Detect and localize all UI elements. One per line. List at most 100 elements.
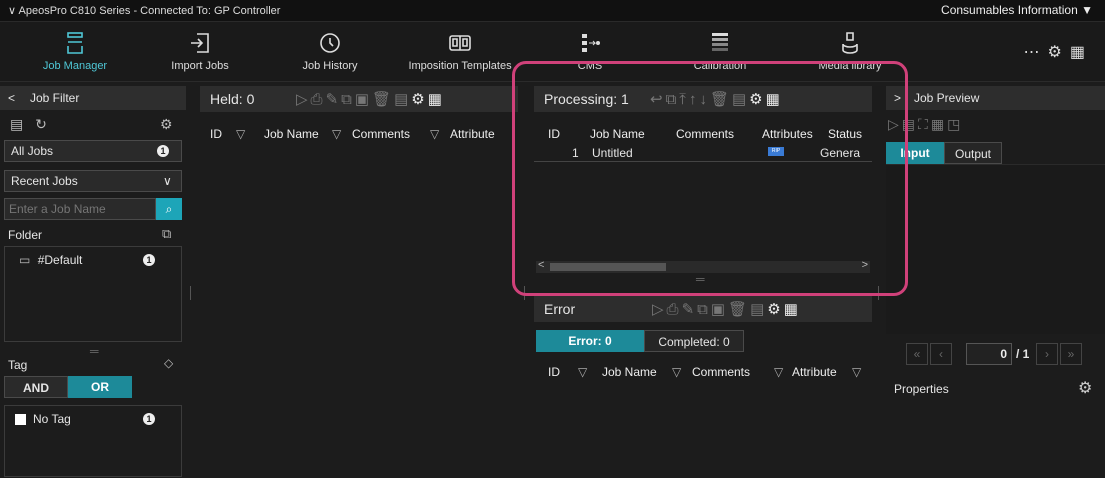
edit-icon[interactable]: ✎ — [326, 91, 342, 108]
held-panel: Held: 0 ▷⎙✎⧉▣🗑▤⚙▦ ID ▽ Job Name ▽ Commen… — [200, 86, 518, 478]
grid-icon[interactable]: ▦ — [1070, 44, 1093, 61]
tag-icon[interactable]: ◇ — [164, 356, 173, 370]
job-filter-header: < Job Filter — [0, 86, 186, 110]
toolbar-right-icons: ⋯⚙▦ — [1024, 42, 1093, 62]
delete-icon[interactable]: 🗑 — [728, 301, 750, 318]
undo-icon[interactable]: ↩ — [650, 91, 666, 108]
app-window: ∨ ApeosPro C810 Series - Connected To: G… — [0, 0, 1105, 478]
search-button[interactable]: ⌕ — [156, 198, 182, 220]
settings-icon[interactable]: ⚙ — [767, 301, 783, 318]
tab-output[interactable]: Output — [944, 142, 1002, 164]
all-jobs-item[interactable]: All Jobs 1 — [4, 140, 182, 162]
tab-error[interactable]: Error: 0 — [536, 330, 644, 352]
middle-resize-handle[interactable] — [524, 286, 526, 300]
scroll-thumb[interactable] — [550, 263, 666, 271]
processing-header: Processing: 1 ↩⧉⤒↑↓🗑▤⚙▦ — [534, 86, 872, 112]
error-panel: Error ▷⎙✎⧉▣🗑▤⚙▦ Error: 0 Completed: 0 ID… — [534, 296, 872, 478]
filter-icon[interactable]: ▽ — [852, 365, 861, 379]
next-page-icon[interactable]: › — [1036, 343, 1058, 365]
scroll-right-icon[interactable]: > — [862, 259, 868, 271]
filter-icon[interactable]: ▽ — [774, 365, 783, 379]
settings-icon[interactable]: ⚙ — [411, 91, 427, 108]
cms-button[interactable]: CMS — [560, 22, 620, 82]
more-icon[interactable]: ⋯ — [1024, 44, 1048, 61]
page-number-input[interactable] — [966, 343, 1012, 365]
imposition-icon — [449, 35, 471, 51]
filter-icon[interactable]: ▽ — [430, 127, 439, 141]
folder-item-default[interactable]: ▭ #Default — [19, 253, 82, 267]
print-icon[interactable]: ⎙ — [667, 301, 682, 318]
and-toggle[interactable]: AND — [4, 376, 68, 398]
import-jobs-button[interactable]: Import Jobs — [160, 22, 240, 82]
filter-list-icon[interactable]: ▤ — [10, 116, 23, 132]
notes-icon[interactable]: ▤ — [750, 301, 767, 318]
scroll-left-icon[interactable]: < — [538, 259, 544, 271]
error-header: Error ▷⎙✎⧉▣🗑▤⚙▦ — [534, 296, 872, 322]
rip-icon[interactable]: ▣ — [711, 301, 728, 318]
job-history-button[interactable]: Job History — [290, 22, 370, 82]
grid-view-icon[interactable]: ▦ — [784, 301, 801, 318]
play-icon[interactable]: ▷ — [296, 91, 311, 108]
delete-icon[interactable]: 🗑 — [710, 91, 732, 108]
last-page-icon[interactable]: » — [1060, 343, 1082, 365]
play-icon[interactable]: ▷ — [652, 301, 667, 318]
properties-settings-icon[interactable]: ⚙ — [1078, 378, 1092, 398]
no-tag-item[interactable]: No Tag — [15, 412, 71, 426]
filter-settings-icon[interactable]: ⚙ — [160, 116, 173, 133]
edit-icon[interactable]: ✎ — [682, 301, 698, 318]
filter-icon[interactable]: ▽ — [578, 365, 587, 379]
or-toggle[interactable]: OR — [68, 376, 132, 398]
previous-page-icon[interactable]: ‹ — [930, 343, 952, 365]
filter-icon[interactable]: ▽ — [332, 127, 341, 141]
job-name-search-input[interactable] — [4, 198, 156, 220]
copy-icon[interactable]: ⧉ — [341, 91, 355, 108]
collapse-right-icon[interactable]: > — [894, 91, 901, 105]
media-library-button[interactable]: Media library — [810, 22, 890, 82]
media-library-icon — [842, 32, 858, 54]
filter-tool-icons: ▤ ↻ — [10, 116, 47, 133]
first-page-icon[interactable]: « — [906, 343, 928, 365]
recent-jobs-dropdown[interactable]: Recent Jobs ∨ — [4, 170, 182, 192]
consumables-dropdown[interactable]: Consumables Information ▼ — [941, 3, 1093, 17]
folder-label: Folder — [8, 228, 43, 242]
table-row[interactable]: 1 Untitled RIP Genera — [534, 144, 872, 162]
gear-icon[interactable]: ⚙ — [1048, 44, 1070, 61]
splitter-handle[interactable]: ═ — [696, 272, 705, 286]
right-resize-handle[interactable] — [878, 286, 880, 300]
print-icon[interactable]: ⎙ — [311, 91, 326, 108]
import-icon — [191, 33, 209, 53]
filter-icon[interactable]: ▽ — [236, 127, 245, 141]
move-top-icon[interactable]: ⤒ — [679, 91, 689, 108]
add-folder-icon[interactable]: ⧉ — [162, 226, 171, 242]
job-manager-button[interactable]: Job Manager — [30, 22, 120, 82]
tab-completed[interactable]: Completed: 0 — [644, 330, 744, 352]
job-preview-panel: > Job Preview ▷▤⛶▦◳ Input Output « ‹ / 1… — [886, 86, 1105, 478]
calibration-button[interactable]: Calibration — [680, 22, 760, 82]
grid-view-icon[interactable]: ▦ — [428, 91, 445, 108]
rip-icon[interactable]: ▣ — [355, 91, 372, 108]
tab-input[interactable]: Input — [886, 142, 944, 164]
collapse-chevron-icon[interactable]: ∨ — [8, 5, 16, 17]
collapse-left-icon[interactable]: < — [8, 91, 15, 105]
error-toolbar-icons: ▷⎙✎⧉▣🗑▤⚙▦ — [652, 300, 801, 318]
error-column-header: ID ▽ Job Name ▽ Comments ▽ Attribute ▽ — [548, 365, 862, 379]
no-tag-checkbox[interactable] — [15, 414, 26, 425]
refresh-icon[interactable]: ↻ — [35, 116, 47, 132]
folder-icon: ▭ — [19, 253, 31, 267]
grid-view-icon[interactable]: ▦ — [766, 91, 783, 108]
move-up-icon[interactable]: ↑ — [689, 91, 700, 108]
splitter-handle[interactable]: ═ — [90, 344, 99, 358]
tag-label: Tag — [8, 358, 28, 372]
processing-toolbar-icons: ↩⧉⤒↑↓🗑▤⚙▦ — [650, 90, 783, 108]
delete-icon[interactable]: 🗑 — [372, 91, 394, 108]
filter-icon[interactable]: ▽ — [672, 365, 681, 379]
copy-icon[interactable]: ⧉ — [697, 301, 711, 318]
move-down-icon[interactable]: ↓ — [699, 91, 710, 108]
window-title: ∨ ApeosPro C810 Series - Connected To: G… — [8, 5, 281, 17]
left-resize-handle[interactable] — [190, 286, 192, 300]
settings-icon[interactable]: ⚙ — [749, 91, 765, 108]
copy-icon[interactable]: ⧉ — [666, 91, 680, 108]
notes-icon[interactable]: ▤ — [732, 91, 749, 108]
imposition-templates-button[interactable]: Imposition Templates — [400, 22, 520, 82]
notes-icon[interactable]: ▤ — [394, 91, 411, 108]
